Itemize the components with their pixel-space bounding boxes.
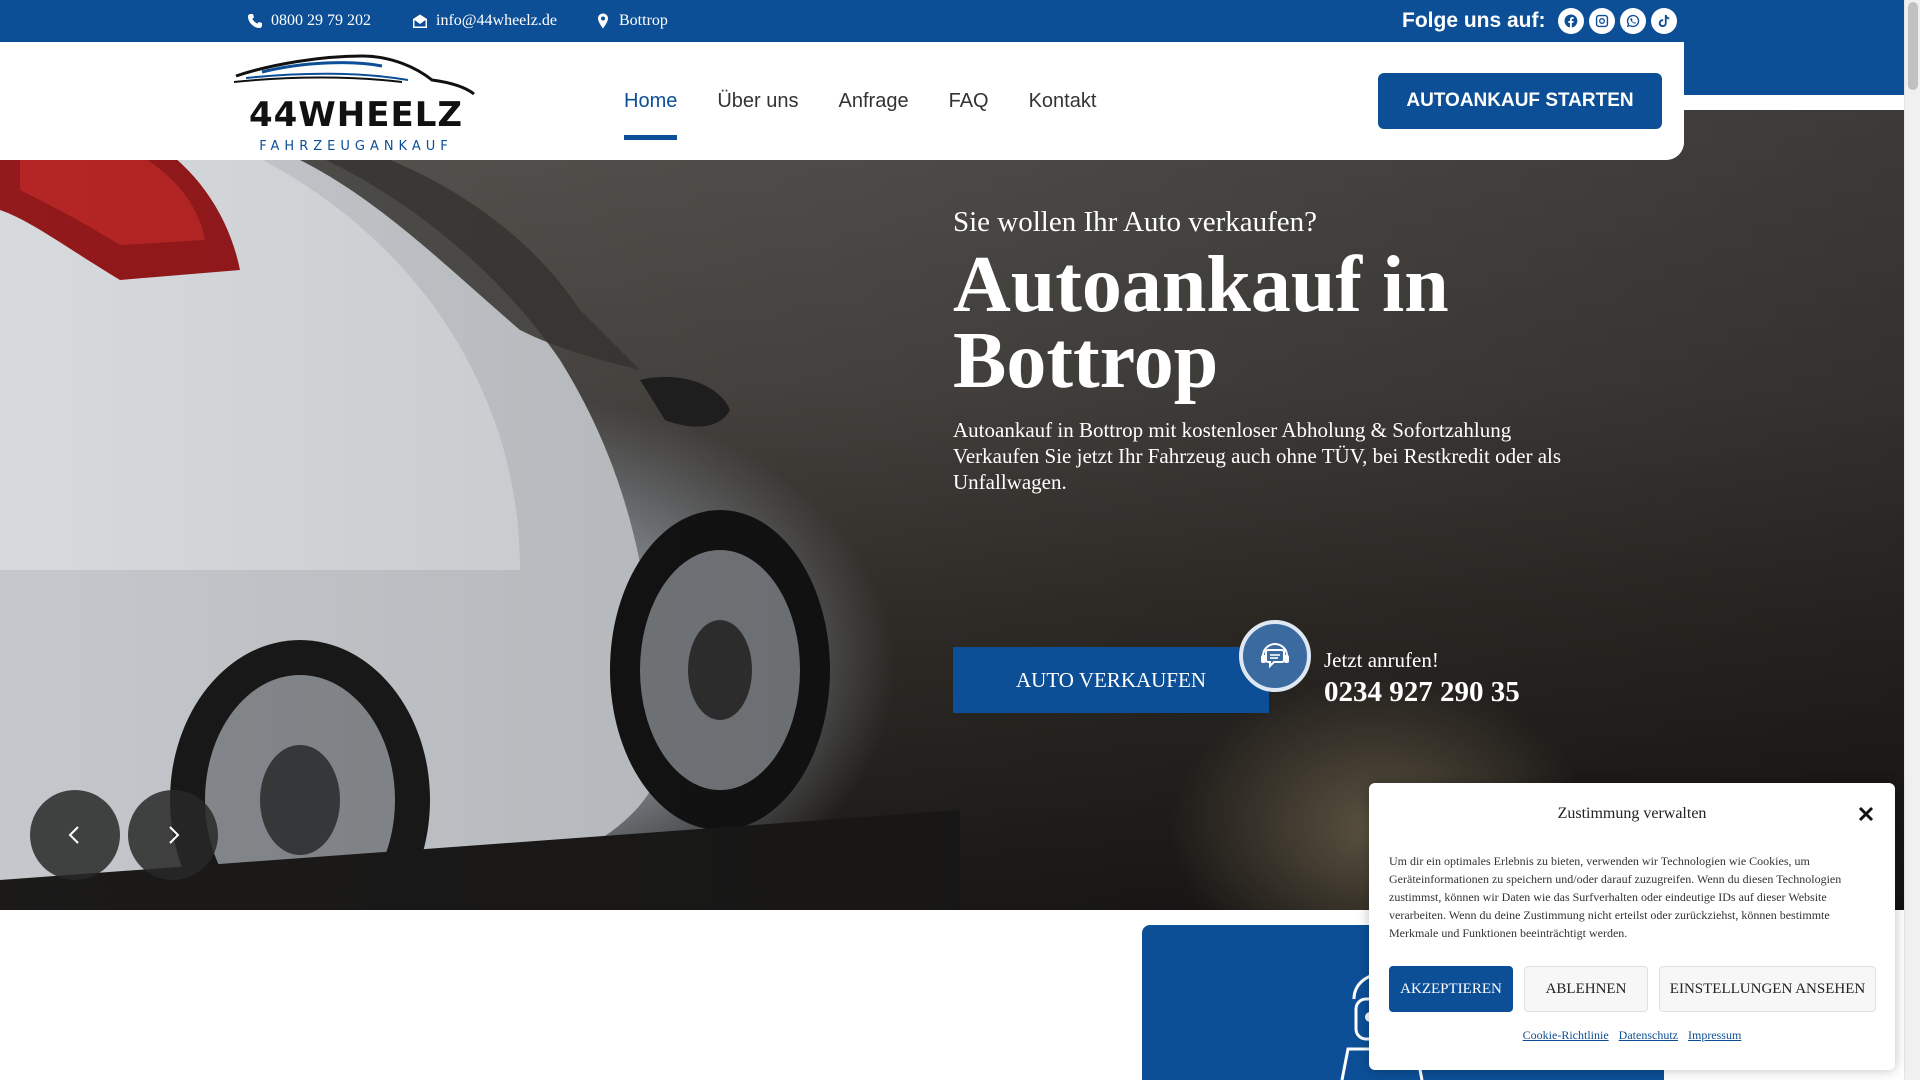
- phone-text: 0800 29 79 202: [271, 12, 371, 29]
- top-bar-extension: [1684, 42, 1904, 95]
- slider-next-button[interactable]: [128, 790, 218, 880]
- chevron-right-icon: [169, 826, 180, 844]
- hero-content: Sie wollen Ihr Auto verkaufen? Autoankau…: [953, 205, 1653, 495]
- site-logo[interactable]: 44WHEELZ FAHRZEUGANKAUF: [232, 54, 480, 154]
- map-pin-icon: [598, 13, 608, 29]
- start-purchase-button[interactable]: AUTOANKAUF STARTEN: [1378, 73, 1662, 129]
- instagram-icon: [1595, 14, 1609, 28]
- cookie-buttons: AKZEPTIEREN ABLEHNEN EINSTELLUNGEN ANSEH…: [1389, 966, 1876, 1012]
- instagram-link[interactable]: [1589, 8, 1615, 34]
- email-text: info@44wheelz.de: [436, 12, 557, 29]
- hero-title-line2: Bottrop: [953, 317, 1219, 405]
- location-text: Bottrop: [619, 12, 668, 29]
- cookie-deny-button[interactable]: ABLEHNEN: [1524, 966, 1648, 1012]
- cookie-accept-button[interactable]: AKZEPTIEREN: [1389, 966, 1513, 1012]
- nav-about[interactable]: Über uns: [717, 90, 798, 113]
- logo-image: 44WHEELZ FAHRZEUGANKAUF: [233, 54, 475, 154]
- location-link[interactable]: Bottrop: [595, 0, 668, 42]
- privacy-link[interactable]: Datenschutz: [1619, 1028, 1678, 1043]
- call-label: Jetzt anrufen!: [1324, 648, 1439, 672]
- follow-label: Folge uns auf:: [1402, 9, 1546, 32]
- hero-title-line1: Autoankauf in: [953, 241, 1449, 329]
- chevron-left-icon: [68, 826, 79, 844]
- slider-prev-button[interactable]: [30, 790, 120, 880]
- phone-badge: [1239, 620, 1311, 692]
- cookie-consent-dialog: Zustimmung verwalten Um dir ein optimale…: [1369, 783, 1895, 1070]
- hero-subtitle: Sie wollen Ihr Auto verkaufen?: [953, 206, 1318, 238]
- call-number[interactable]: 0234 927 290 35: [1324, 676, 1520, 709]
- facebook-icon: [1564, 14, 1578, 28]
- facebook-link[interactable]: [1558, 8, 1584, 34]
- email-link[interactable]: info@44wheelz.de: [412, 0, 557, 42]
- cookie-policy-link[interactable]: Cookie-Richtlinie: [1523, 1028, 1609, 1043]
- nav-inquiry[interactable]: Anfrage: [839, 90, 909, 113]
- social-links: [1558, 8, 1677, 34]
- chat-support-icon: [1261, 643, 1289, 669]
- sell-car-button[interactable]: AUTO VERKAUFEN: [953, 647, 1269, 713]
- cookie-links: Cookie-Richtlinie Datenschutz Impressum: [1369, 1028, 1895, 1043]
- hero-title: Autoankauf in Bottrop: [953, 241, 1653, 405]
- hero-desc-line2: Verkaufen Sie jetzt Ihr Fahrzeug auch oh…: [953, 444, 1562, 494]
- hero-desc-line1: Autoankauf in Bottrop mit kostenloser Ab…: [953, 418, 1512, 442]
- cookie-preferences-button[interactable]: EINSTELLUNGEN ANSEHEN: [1659, 966, 1876, 1012]
- imprint-link[interactable]: Impressum: [1688, 1028, 1741, 1043]
- main-navigation: Home Über uns Anfrage FAQ Kontakt: [624, 42, 1136, 160]
- nav-faq[interactable]: FAQ: [949, 90, 989, 113]
- nav-contact[interactable]: Kontakt: [1029, 90, 1097, 113]
- logo-tagline: FAHRZEUGANKAUF: [259, 139, 453, 154]
- tiktok-icon: [1658, 14, 1670, 28]
- hero-description: Autoankauf in Bottrop mit kostenloser Ab…: [953, 417, 1653, 495]
- page-scrollbar[interactable]: [1904, 0, 1920, 1080]
- whatsapp-link[interactable]: [1620, 8, 1646, 34]
- scrollbar-thumb[interactable]: [1908, 2, 1918, 90]
- top-bar: 0800 29 79 202 info@44wheelz.de Bottrop …: [0, 0, 1904, 42]
- phone-icon: [248, 14, 262, 28]
- cookie-dialog-text: Um dir ein optimales Erlebnis zu bieten,…: [1389, 854, 1842, 940]
- cookie-close-button[interactable]: [1855, 803, 1877, 825]
- cookie-dialog-title: Zustimmung verwalten: [1557, 805, 1707, 822]
- tiktok-link[interactable]: [1651, 8, 1677, 34]
- close-icon: [1858, 806, 1874, 822]
- phone-link[interactable]: 0800 29 79 202: [247, 0, 371, 42]
- nav-home[interactable]: Home: [624, 90, 678, 140]
- logo-wordmark: 44WHEELZ: [249, 95, 463, 135]
- envelope-icon: [413, 14, 427, 28]
- whatsapp-icon: [1626, 14, 1640, 28]
